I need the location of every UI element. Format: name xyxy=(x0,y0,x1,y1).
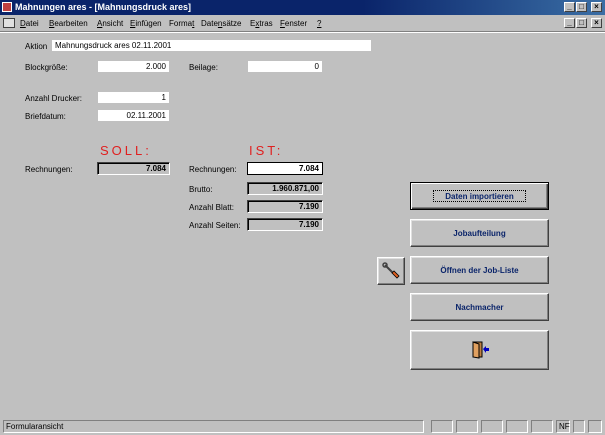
jobaufteilung-label: Jobaufteilung xyxy=(453,229,506,238)
status-panel xyxy=(456,420,478,433)
menu-help[interactable]: ? xyxy=(317,16,321,31)
menu-format[interactable]: Format xyxy=(169,16,194,31)
soll-header: SOLL: xyxy=(100,143,152,158)
exit-door-icon xyxy=(472,341,489,359)
status-panel xyxy=(573,420,585,433)
status-panel xyxy=(506,420,528,433)
maximize-button[interactable]: □ xyxy=(576,2,587,12)
menu-datei[interactable]: Datei xyxy=(20,16,39,31)
menu-ansicht[interactable]: Ansicht xyxy=(97,16,123,31)
menu-bar: Datei Bearbeiten Ansicht Einfügen Format… xyxy=(0,16,605,31)
close-button[interactable]: × xyxy=(591,2,602,12)
menu-separator xyxy=(0,31,605,33)
brutto-value: 1.960.871,00 xyxy=(247,182,323,195)
title-bar: Mahnungen ares - [Mahnungsdruck ares] _ … xyxy=(0,0,605,15)
wrench-icon xyxy=(382,262,400,279)
soll-rechnungen-label: Rechnungen: xyxy=(25,165,73,174)
status-bar: Formularansicht NF xyxy=(0,418,605,435)
menu-einfuegen[interactable]: Einfügen xyxy=(130,16,162,31)
status-panel xyxy=(588,420,602,433)
beilage-field[interactable]: 0 xyxy=(247,60,323,73)
status-panel xyxy=(431,420,453,433)
status-panel xyxy=(481,420,503,433)
menu-bearbeiten[interactable]: Bearbeiten xyxy=(49,16,88,31)
anzahl-blatt-label: Anzahl Blatt: xyxy=(189,203,234,212)
menu-fenster[interactable]: Fenster xyxy=(280,16,307,31)
aktion-field[interactable]: Mahnungsdruck ares 02.11.2001 xyxy=(51,39,372,52)
anzahl-drucker-field[interactable]: 1 xyxy=(97,91,170,104)
daten-importieren-label: Daten importieren xyxy=(445,192,514,201)
jobaufteilung-button[interactable]: Jobaufteilung xyxy=(410,219,549,247)
blockgroesse-label: Blockgröße: xyxy=(25,63,68,72)
job-liste-label: Öffnen der Job-Liste xyxy=(440,266,519,275)
window-title: Mahnungen ares - [Mahnungsdruck ares] xyxy=(15,2,192,12)
minimize-button[interactable]: _ xyxy=(564,2,575,12)
brutto-label: Brutto: xyxy=(189,185,213,194)
app-icon xyxy=(2,2,12,12)
beilage-label: Beilage: xyxy=(189,63,218,72)
nachmacher-button[interactable]: Nachmacher xyxy=(410,293,549,321)
menu-datensaetze[interactable]: Datensätze xyxy=(201,16,241,31)
status-nf: NF xyxy=(556,420,570,433)
soll-rechnungen-value: 7.084 xyxy=(97,162,170,175)
status-text: Formularansicht xyxy=(3,420,424,433)
aktion-label: Aktion xyxy=(25,42,48,51)
anzahl-seiten-value: 7.190 xyxy=(247,218,323,231)
blockgroesse-field[interactable]: 2.000 xyxy=(97,60,170,73)
child-minimize-button[interactable]: _ xyxy=(564,18,575,28)
tool-button[interactable] xyxy=(377,257,405,285)
form-icon[interactable] xyxy=(3,18,15,28)
status-panel xyxy=(531,420,553,433)
menu-extras[interactable]: Extras xyxy=(250,16,273,31)
child-close-button[interactable]: × xyxy=(591,18,602,28)
anzahl-seiten-label: Anzahl Seiten: xyxy=(189,221,241,230)
child-maximize-button[interactable]: □ xyxy=(576,18,587,28)
job-liste-button[interactable]: Öffnen der Job-Liste xyxy=(410,256,549,284)
briefdatum-label: Briefdatum: xyxy=(25,112,66,121)
exit-button[interactable] xyxy=(410,330,549,370)
ist-rechnungen-label: Rechnungen: xyxy=(189,165,237,174)
briefdatum-field[interactable]: 02.11.2001 xyxy=(97,109,170,122)
anzahl-drucker-label: Anzahl Drucker: xyxy=(25,94,82,103)
anzahl-blatt-value: 7.190 xyxy=(247,200,323,213)
ist-header: IST: xyxy=(249,143,284,158)
ist-rechnungen-field[interactable]: 7.084 xyxy=(247,162,323,175)
daten-importieren-button[interactable]: Daten importieren xyxy=(410,182,549,210)
nachmacher-label: Nachmacher xyxy=(455,303,504,312)
